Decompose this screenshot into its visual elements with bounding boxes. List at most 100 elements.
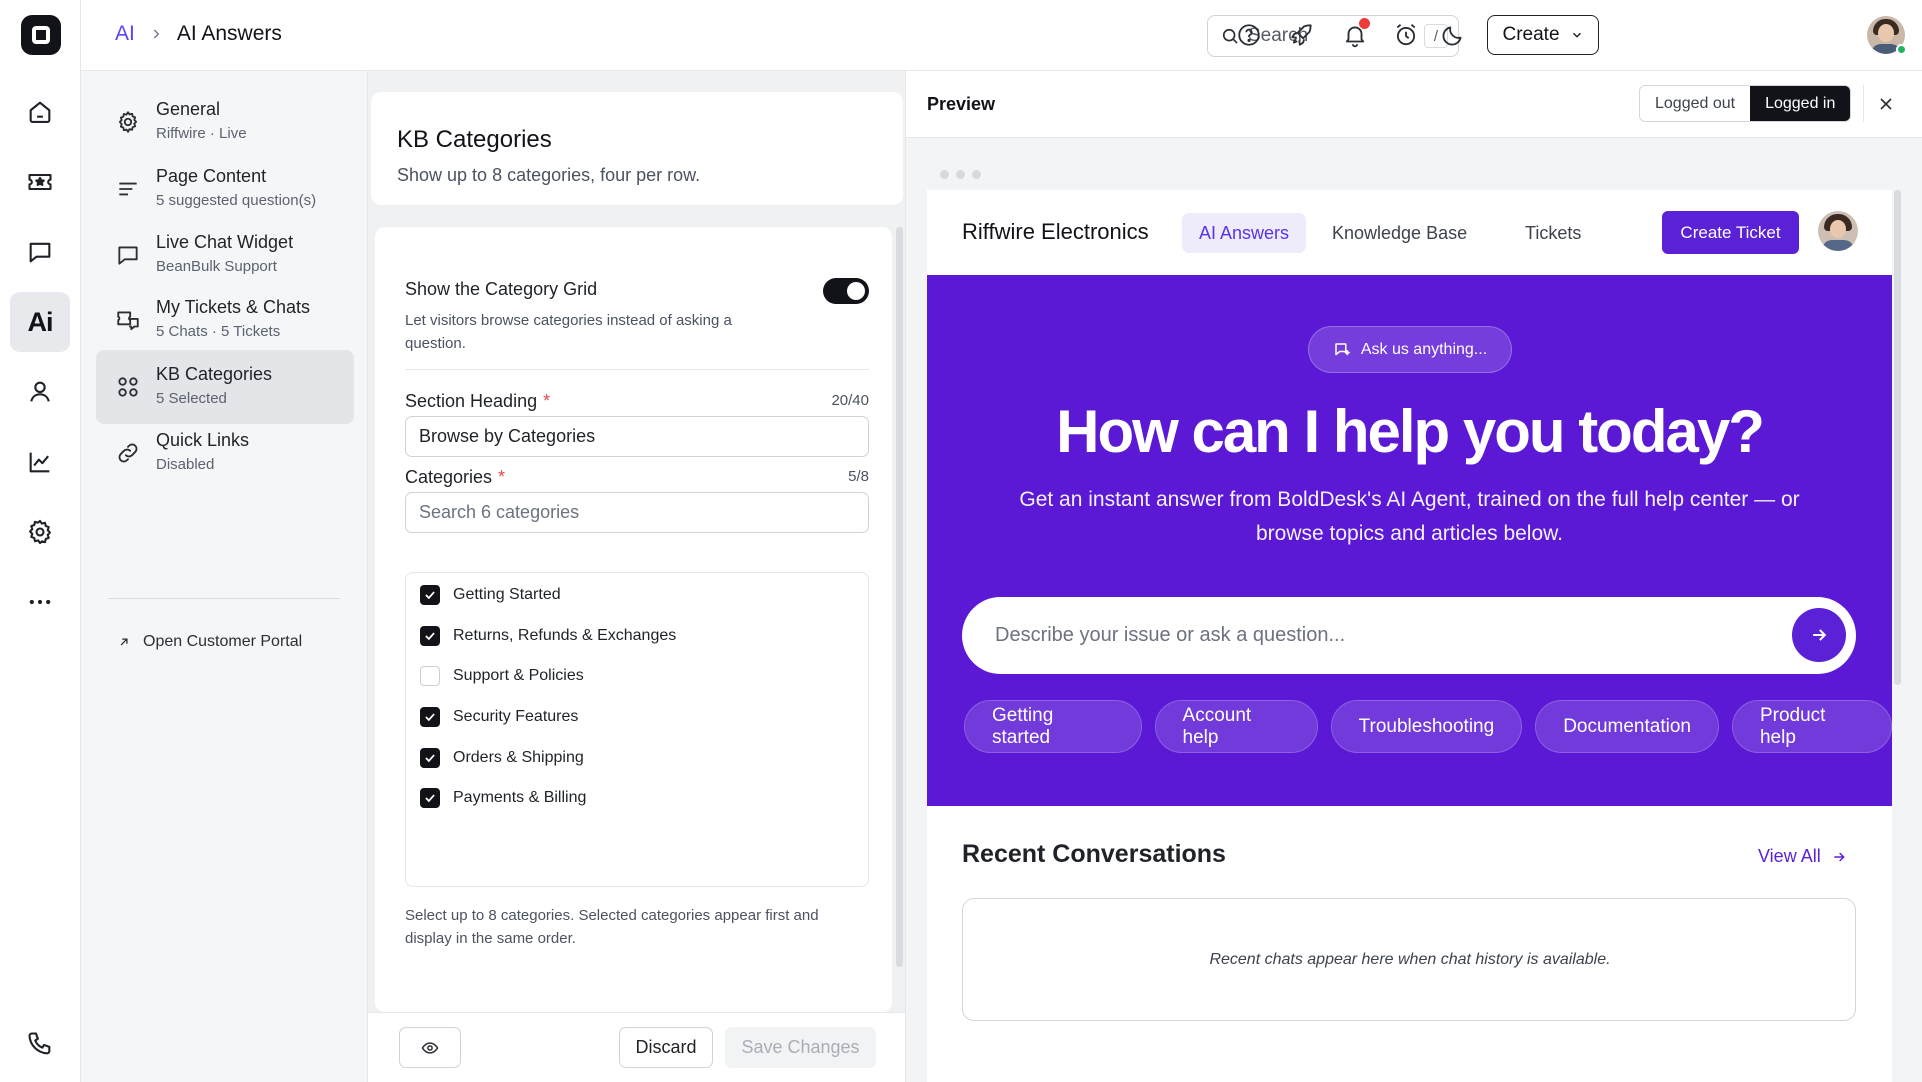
header-divider	[1863, 85, 1864, 122]
categories-count: 5/8	[848, 468, 869, 485]
category-search-input[interactable]: Search 6 categories	[405, 492, 869, 533]
breadcrumb-current: AI Answers	[176, 22, 282, 45]
help-icon[interactable]	[1234, 20, 1264, 50]
home-icon[interactable]	[10, 82, 70, 142]
category-item[interactable]: Payments & Billing	[420, 786, 586, 810]
ticket-icon[interactable]	[10, 152, 70, 212]
view-all-link[interactable]: View All	[1758, 846, 1847, 867]
sparkle-chat-icon	[1333, 341, 1351, 359]
submit-question-button[interactable]	[1792, 608, 1846, 662]
customer-portal: Riffwire Electronics AI Answers Knowledg…	[927, 190, 1892, 1082]
nav-item-page-content[interactable]: Page Content 5 suggested question(s)	[96, 152, 354, 226]
nav-item-title: Page Content	[156, 166, 267, 186]
close-icon[interactable]	[1872, 90, 1900, 118]
chat-bubble-icon	[115, 242, 141, 268]
notification-badge	[1359, 18, 1370, 29]
ask-pill-label: Ask us anything...	[1360, 340, 1488, 358]
eye-icon	[421, 1039, 439, 1057]
portal-tab-knowledge-base[interactable]: Knowledge Base	[1315, 213, 1484, 253]
save-changes-button[interactable]: Save Changes	[725, 1027, 876, 1068]
nav-item-subtitle: 5 Chats · 5 Tickets	[156, 323, 281, 340]
checkbox-checked[interactable]	[420, 626, 440, 646]
category-name: Orders & Shipping	[453, 749, 584, 766]
logged-in-option[interactable]: Logged in	[1750, 86, 1851, 121]
categories-label: Categories *	[405, 467, 506, 487]
settings-gear-icon[interactable]	[10, 502, 70, 562]
category-item[interactable]: Support & Policies	[420, 664, 584, 688]
breadcrumb: AI AI Answers	[115, 22, 282, 46]
view-all-label: View All	[1758, 846, 1821, 866]
config-scrollbar[interactable]	[896, 227, 903, 967]
nav-item-subtitle: Disabled	[156, 456, 215, 473]
checkbox-unchecked[interactable]	[420, 666, 440, 686]
create-label: Create	[1502, 24, 1560, 45]
chip-troubleshooting[interactable]: Troubleshooting	[1330, 700, 1523, 753]
chip-product-help[interactable]: Product help	[1731, 700, 1892, 753]
ai-label: Ai	[27, 306, 54, 337]
chevron-right-icon	[149, 27, 163, 41]
logged-out-option[interactable]: Logged out	[1640, 86, 1750, 121]
ask-question-input[interactable]: Describe your issue or ask a question...	[962, 597, 1856, 674]
config-card: Show the Category Grid Let visitors brow…	[375, 227, 892, 1012]
text-lines-icon	[115, 176, 141, 202]
section-heading-char-count: 20/40	[831, 392, 869, 409]
category-grid-toggle[interactable]	[823, 278, 869, 304]
app-logo[interactable]	[21, 15, 61, 55]
preview-browser-frame: Riffwire Electronics AI Answers Knowledg…	[906, 138, 1922, 1082]
alarm-clock-icon[interactable]	[1391, 20, 1421, 50]
chip-account-help[interactable]: Account help	[1154, 700, 1318, 753]
open-customer-portal-link[interactable]: Open Customer Portal	[117, 633, 302, 651]
user-icon[interactable]	[10, 362, 70, 422]
preview-scrollbar[interactable]	[1894, 190, 1901, 685]
top-bar: AI AI Answers Search / Create	[81, 0, 1922, 71]
chat-icon[interactable]	[10, 222, 70, 282]
checkbox-checked[interactable]	[420, 707, 440, 727]
discard-button[interactable]: Discard	[619, 1027, 713, 1068]
chip-documentation[interactable]: Documentation	[1535, 700, 1719, 753]
moon-icon[interactable]	[1438, 20, 1468, 50]
portal-link-label: Open Customer Portal	[143, 633, 303, 650]
chip-getting-started[interactable]: Getting started	[964, 700, 1142, 753]
portal-brand: Riffwire Electronics	[962, 219, 1149, 244]
portal-tab-tickets[interactable]: Tickets	[1508, 213, 1598, 253]
category-name: Returns, Refunds & Exchanges	[453, 627, 677, 644]
nav-item-kb-categories[interactable]: KB Categories 5 Selected	[96, 350, 354, 424]
checkbox-checked[interactable]	[420, 585, 440, 605]
category-item[interactable]: Getting Started	[420, 583, 561, 607]
category-name: Getting Started	[453, 586, 561, 603]
ai-nav-button[interactable]: Ai	[10, 292, 70, 352]
portal-user-avatar[interactable]	[1818, 211, 1858, 251]
nav-item-live-chat-widget[interactable]: Live Chat Widget BeanBulk Support	[96, 218, 354, 292]
phone-icon[interactable]	[10, 1014, 70, 1074]
more-icon[interactable]	[10, 572, 70, 632]
app-rail: Ai	[0, 0, 81, 1082]
category-name: Support & Policies	[453, 667, 584, 684]
portal-tab-ai-answers[interactable]: AI Answers	[1182, 213, 1307, 253]
category-item[interactable]: Orders & Shipping	[420, 746, 584, 770]
checkbox-checked[interactable]	[420, 748, 440, 768]
portal-hero: Ask us anything... How can I help you to…	[927, 275, 1892, 806]
hero-title: How can I help you today?	[1056, 398, 1765, 465]
nav-item-quick-links[interactable]: Quick Links Disabled	[96, 416, 354, 490]
ask-placeholder: Describe your issue or ask a question...	[995, 624, 1346, 646]
nav-item-my-tickets-chats[interactable]: My Tickets & Chats 5 Chats · 5 Tickets	[96, 283, 354, 357]
checkbox-checked[interactable]	[420, 788, 440, 808]
section-heading-input[interactable]: Browse by Categories	[405, 416, 869, 457]
section-divider	[405, 369, 869, 370]
bell-icon[interactable]	[1340, 18, 1370, 50]
create-button[interactable]: Create	[1487, 15, 1599, 55]
breadcrumb-parent-link[interactable]: AI	[115, 22, 135, 46]
nav-item-title: KB Categories	[156, 364, 273, 384]
toggle-description: Let visitors browse categories instead o…	[405, 312, 732, 352]
category-item[interactable]: Returns, Refunds & Exchanges	[420, 624, 676, 648]
preview-toggle-button[interactable]	[399, 1027, 461, 1068]
analytics-icon[interactable]	[10, 432, 70, 492]
create-ticket-button[interactable]: Create Ticket	[1662, 211, 1799, 254]
online-status-dot	[1896, 44, 1907, 55]
nav-item-general[interactable]: General Riffwire · Live	[96, 85, 354, 159]
category-item[interactable]: Security Features	[420, 705, 578, 729]
nav-item-title: General	[156, 99, 221, 119]
suggestion-chips: Getting started Account help Troubleshoo…	[964, 700, 1892, 753]
rocket-icon[interactable]	[1287, 20, 1317, 50]
category-list: Getting Started Returns, Refunds & Excha…	[405, 572, 869, 887]
